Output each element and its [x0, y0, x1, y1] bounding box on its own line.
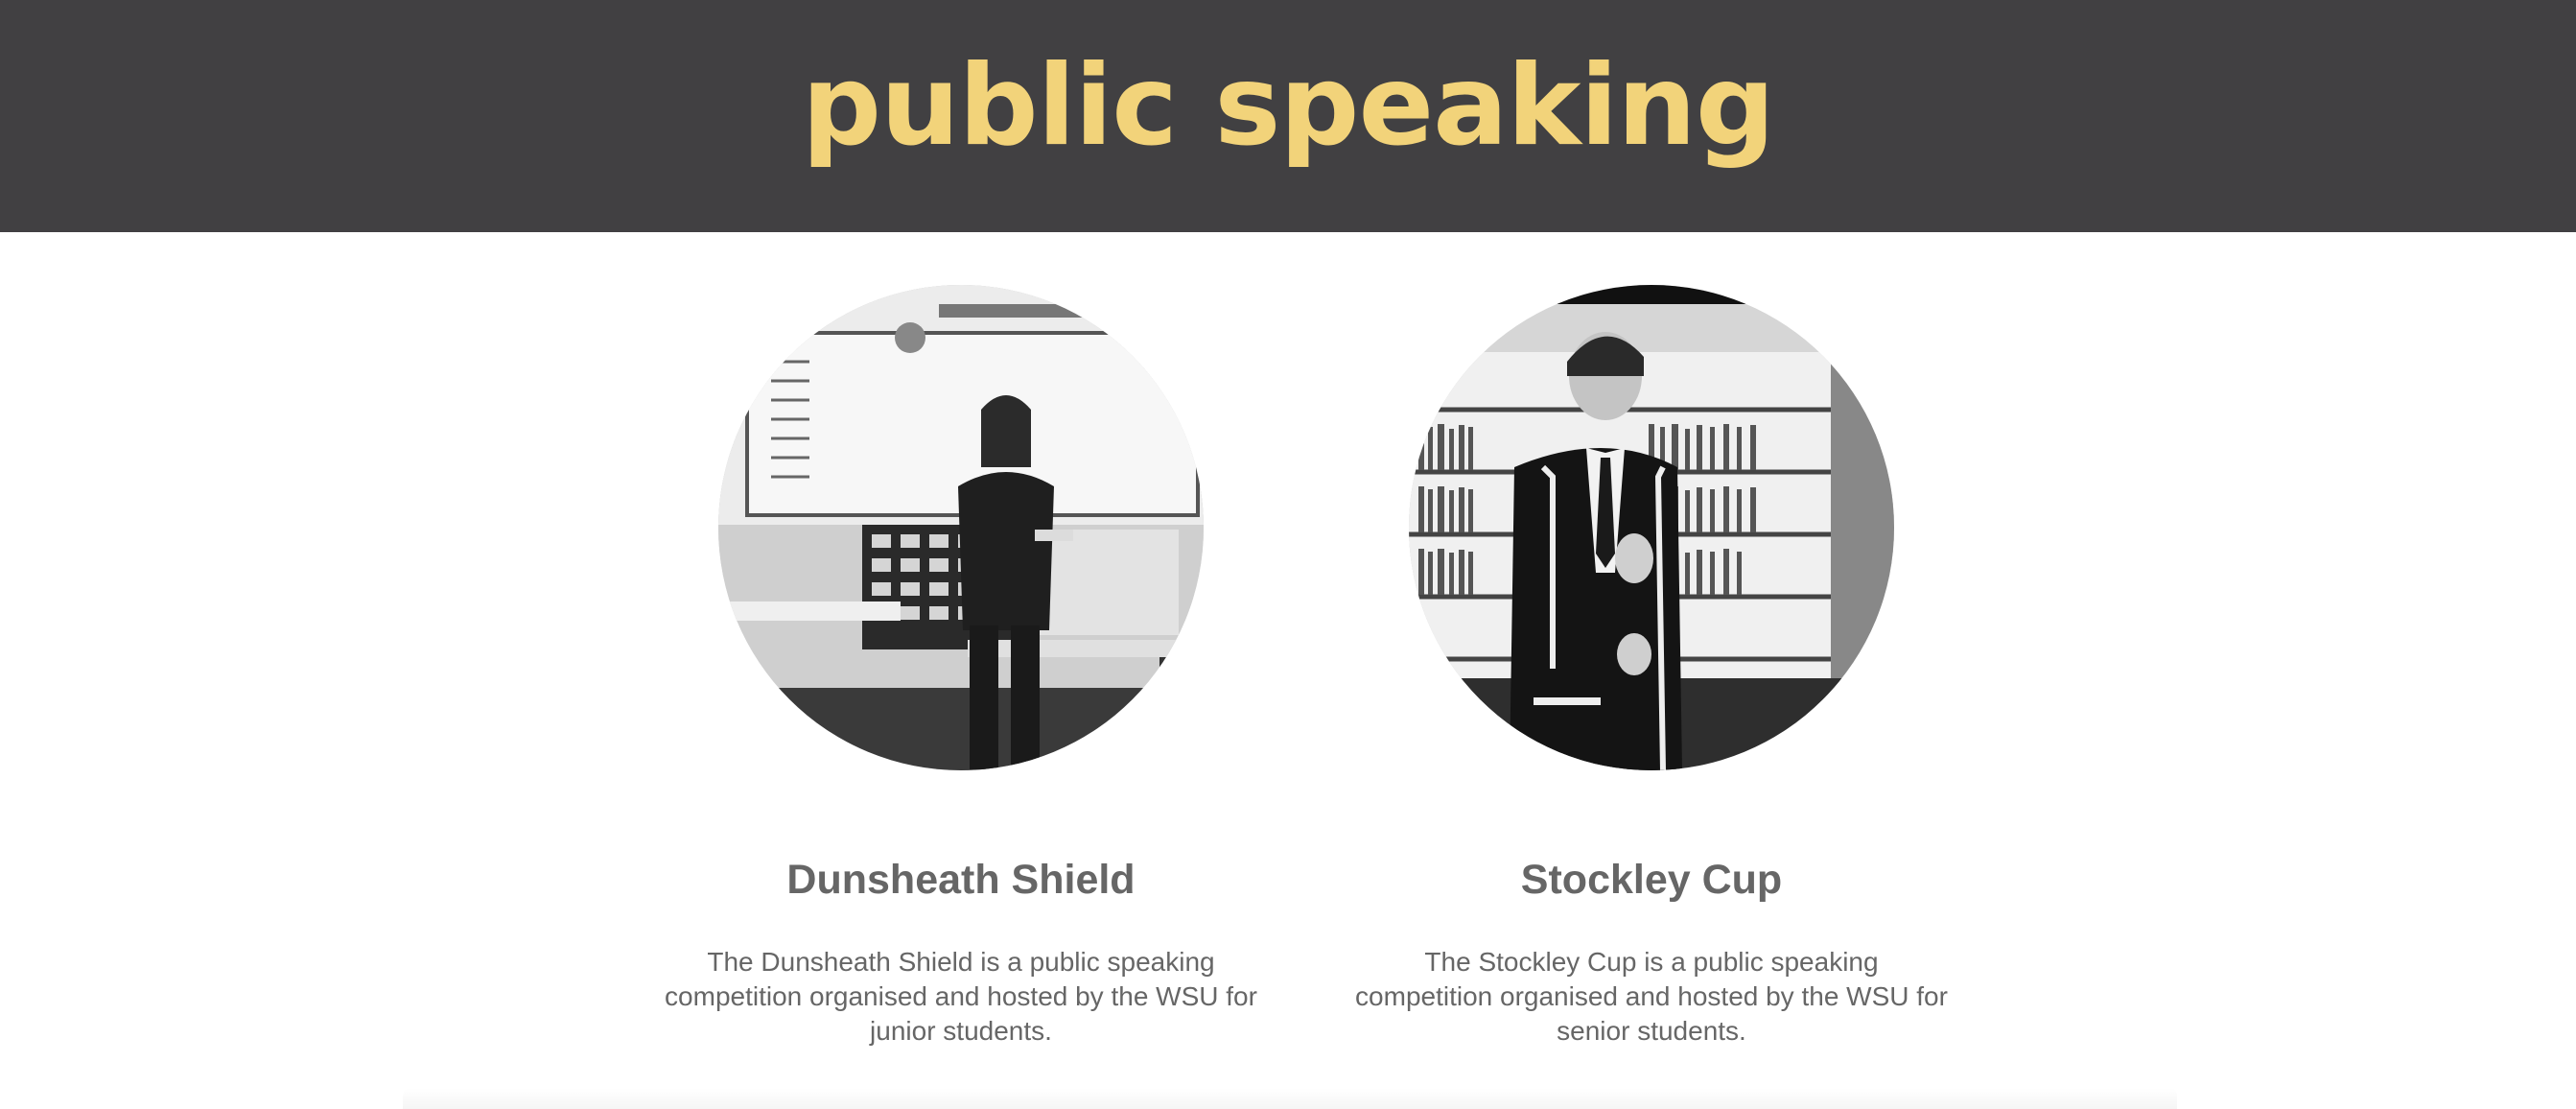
page-header: public speaking [0, 0, 2576, 232]
page-title: public speaking [802, 41, 1775, 171]
card-description: The Stockley Cup is a public speaking co… [1355, 947, 1948, 1046]
card-title: Dunsheath Shield [786, 857, 1136, 903]
classroom-photo-image [718, 285, 1204, 770]
library-photo-image [1409, 285, 1894, 770]
speaker-library-photo [1409, 285, 1894, 770]
speaker-classroom-photo [718, 285, 1204, 770]
card-description: The Dunsheath Shield is a public speakin… [665, 947, 1257, 1046]
footer-section-edge [403, 1088, 2177, 1109]
card-title: Stockley Cup [1520, 857, 1783, 903]
competition-card-dunsheath: Dunsheath Shield The Dunsheath Shield is… [664, 285, 1258, 1046]
competition-card-stockley: Stockley Cup The Stockley Cup is a publi… [1354, 285, 1949, 1046]
